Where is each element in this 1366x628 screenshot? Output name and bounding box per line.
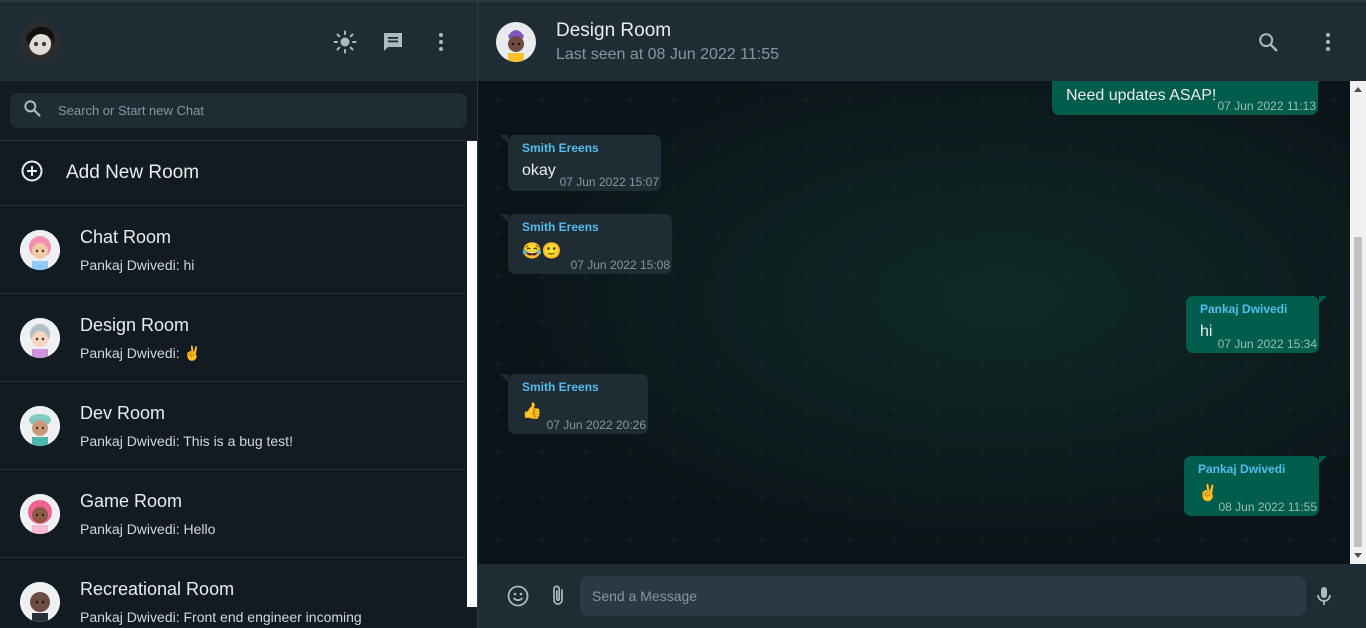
more-vert-icon[interactable] (429, 30, 453, 54)
room-name: Design Room (80, 314, 190, 335)
brightness-icon[interactable] (333, 30, 357, 54)
sidebar-header (0, 2, 477, 81)
room-avatar (20, 581, 60, 622)
search-icon[interactable] (1256, 30, 1280, 54)
chat-app: Add New Room Chat Room Pankaj Dwivedi: h… (0, 0, 1366, 628)
search-icon (22, 98, 42, 123)
message-sender: Pankaj Dwivedi (1198, 462, 1286, 476)
search-input[interactable] (58, 103, 438, 118)
user-avatar[interactable] (20, 21, 60, 62)
message-incoming: Smith Ereens 👍 07 Jun 2022 20:26 (500, 374, 648, 434)
add-room-button[interactable]: Add New Room (0, 141, 468, 206)
room-name: Game Room (80, 491, 183, 511)
message-scrollbar[interactable] (1350, 81, 1366, 564)
scrollbar-thumb[interactable] (1354, 237, 1362, 547)
room-avatar[interactable] (496, 21, 536, 62)
room-last-message: Pankaj Dwivedi: ✌ (80, 344, 201, 361)
chat-last-seen: Last seen at 08 Jun 2022 11:55 (556, 45, 779, 63)
message-time: 07 Jun 2022 20:26 (546, 418, 646, 432)
message-composer (478, 564, 1366, 628)
message-outgoing: Need updates ASAP! 07 Jun 2022 11:13 (1052, 81, 1326, 115)
room-item-chat-room[interactable]: Chat Room Pankaj Dwivedi: hi (0, 206, 468, 294)
room-avatar (20, 493, 60, 534)
message-time: 07 Jun 2022 15:34 (1217, 337, 1317, 351)
message-time: 08 Jun 2022 11:55 (1218, 500, 1317, 514)
message-incoming: Smith Ereens okay 07 Jun 2022 15:07 (500, 135, 661, 191)
chat-icon[interactable] (381, 30, 405, 54)
mic-icon[interactable] (1312, 584, 1336, 608)
scroll-down-icon[interactable] (1354, 553, 1362, 558)
message-sender: Smith Ereens (522, 220, 599, 234)
scroll-up-icon[interactable] (1354, 87, 1362, 92)
room-list: Add New Room Chat Room Pankaj Dwivedi: h… (0, 141, 468, 628)
message-outgoing: Pankaj Dwivedi ✌ 08 Jun 2022 11:55 (1184, 456, 1327, 516)
message-time: 07 Jun 2022 15:08 (570, 258, 670, 272)
sidebar-actions (333, 2, 453, 81)
message-field (580, 576, 1306, 616)
message-outgoing: Pankaj Dwivedi hi 07 Jun 2022 15:34 (1186, 296, 1327, 353)
room-last-message: Pankaj Dwivedi: hi (80, 257, 195, 273)
message-sender: Smith Ereens (522, 380, 599, 394)
chat-header: Design Room Last seen at 08 Jun 2022 11:… (478, 2, 1366, 81)
room-item-dev-room[interactable]: Dev Room Pankaj Dwivedi: This is a bug t… (0, 382, 468, 470)
room-name: Dev Room (80, 403, 166, 423)
room-avatar (20, 405, 60, 446)
room-item-design-room[interactable]: Design Room Pankaj Dwivedi: ✌ (0, 294, 468, 382)
message-sender: Pankaj Dwivedi (1200, 302, 1288, 316)
more-vert-icon[interactable] (1316, 30, 1340, 54)
message-incoming: Smith Ereens 😂🙂 07 Jun 2022 15:08 (500, 214, 672, 274)
message-time: 07 Jun 2022 15:07 (559, 175, 659, 189)
chat-header-actions (1256, 2, 1340, 81)
message-list: Need updates ASAP! 07 Jun 2022 11:13 Smi… (478, 81, 1350, 564)
room-last-message: Pankaj Dwivedi: This is a bug test! (80, 433, 293, 449)
room-item-game-room[interactable]: Game Room Pankaj Dwivedi: Hello (0, 470, 468, 558)
room-avatar (20, 317, 60, 358)
room-item-recreational-room[interactable]: Recreational Room Pankaj Dwivedi: Front … (0, 558, 468, 628)
room-name: Chat Room (80, 227, 172, 247)
message-time: 07 Jun 2022 11:13 (1217, 99, 1316, 113)
emoji-icon[interactable] (506, 584, 530, 608)
attach-icon[interactable] (546, 584, 570, 608)
message-input[interactable] (580, 588, 1280, 604)
room-last-message: Pankaj Dwivedi: Front end engineer incom… (80, 609, 362, 625)
search-box (10, 93, 467, 128)
add-room-label: Add New Room (66, 162, 200, 183)
chat-title: Design Room (556, 19, 672, 41)
sidebar: Add New Room Chat Room Pankaj Dwivedi: h… (0, 2, 478, 628)
room-name: Recreational Room (80, 579, 235, 599)
room-avatar (20, 229, 60, 270)
room-list-scrollbar[interactable] (467, 141, 477, 607)
room-last-message: Pankaj Dwivedi: Hello (80, 521, 216, 537)
message-sender: Smith Ereens (522, 141, 599, 155)
add-circle-icon (20, 159, 44, 188)
search-bar (0, 81, 477, 141)
chat-pane: Design Room Last seen at 08 Jun 2022 11:… (478, 2, 1366, 628)
